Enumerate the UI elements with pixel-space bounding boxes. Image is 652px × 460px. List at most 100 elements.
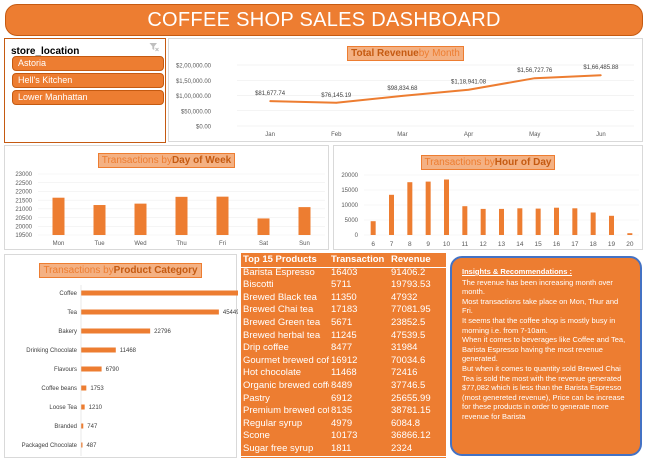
table-row-cell: Premium brewed coffee: [243, 405, 329, 417]
slicer-item-hells-kitchen[interactable]: Hell's Kitchen: [12, 73, 164, 88]
table-row-cell: Brewed Green tea: [243, 317, 321, 328]
table-row-cell: 17183: [331, 304, 358, 316]
top-products-table: Top 15 Products Transaction Revenue Barista…: [241, 253, 446, 460]
y-tick-label: $50,000.00: [181, 109, 212, 115]
hour-bar: [609, 215, 614, 235]
table-row-cell: 6912: [331, 392, 353, 404]
x-tick-label: Wed: [134, 241, 146, 247]
category-label: Tea: [67, 310, 77, 316]
insight-5: But when it comes to quantity sold Brewe…: [462, 363, 625, 421]
insight-1: The revenue has been increasing month ov…: [462, 277, 613, 297]
table-total-row-cell: Grand Total: [243, 457, 329, 460]
table-row: Premium brewed coffee8135 38781.15: [241, 405, 446, 418]
table-row-cell: 16403: [331, 266, 358, 278]
table-row: Sugar free syrup 1811 2324: [241, 443, 446, 456]
x-tick-label: Jan: [265, 132, 275, 138]
insights-heading: Insights & Recommendations :: [462, 267, 573, 276]
hour-bar: [389, 194, 394, 235]
table-header-cell: Transaction: [331, 254, 385, 265]
x-tick-label: 13: [498, 241, 506, 248]
table-row: Brewed Chai tea 17183 77081.95: [241, 304, 446, 317]
category-bar: [81, 309, 219, 315]
hour-bar: [480, 208, 486, 235]
insights-box: Insights & Recommendations : The revenue…: [450, 256, 642, 456]
insight-2: Most transactions take place on Mon, Thu…: [462, 296, 619, 316]
table-row-cell: 77081.95: [391, 304, 431, 316]
x-tick-label: Apr: [464, 132, 473, 138]
table-row: Regular syrup 4979 6084.8: [241, 418, 446, 431]
table-header-cell: Top 15 Products: [243, 254, 317, 265]
x-tick-label: 7: [390, 241, 394, 248]
table-row-cell: Scone: [243, 430, 270, 442]
category-label: Drinking Chocolate: [26, 348, 77, 354]
clear-filter-icon[interactable]: [149, 42, 159, 52]
y-tick-label: 22500: [15, 181, 32, 187]
table-row-cell: 8477: [331, 342, 353, 354]
hour-bar: [517, 208, 523, 235]
slicer-item-astoria[interactable]: Astoria: [12, 56, 164, 71]
y-tick-label: 20000: [341, 173, 358, 179]
x-tick-label: 9: [426, 241, 430, 248]
x-tick-label: Mar: [397, 132, 407, 138]
table-row-cell: 11468: [331, 367, 357, 379]
hour-bar: [572, 208, 578, 235]
category-bar: [81, 366, 102, 372]
y-tick-label: $1,00,000.00: [176, 94, 212, 100]
x-tick-label: 12: [480, 241, 488, 248]
x-tick-label: Sat: [259, 241, 268, 247]
table-row-cell: 37746.5: [391, 380, 426, 391]
table-row-cell: Hot chocolate: [243, 367, 302, 379]
hour-bar-chart: 0 5000 10000 15000 20000 6 7 8 9 10 11 12 13 14 15 16 17…: [341, 173, 639, 248]
category-value-label: 747: [87, 424, 98, 430]
y-tick-label: 21500: [15, 198, 32, 204]
dow-bar: [134, 203, 147, 235]
y-tick-label: 15000: [341, 188, 358, 194]
category-label: Branded: [54, 424, 77, 430]
category-label: Loose Tea: [49, 405, 77, 411]
y-tick-label: $2,00,000.00: [176, 64, 212, 70]
table-row-cell: 2324: [391, 443, 413, 454]
category-value-label: 1753: [90, 386, 104, 392]
x-tick-label: 18: [590, 241, 598, 248]
x-tick-label: Feb: [331, 132, 342, 138]
y-tick-label: 20500: [15, 216, 32, 222]
x-tick-label: 15: [535, 241, 543, 248]
y-tick-label: 22000: [15, 190, 32, 196]
table-row-cell: 36866.12: [391, 430, 431, 442]
category-bar: [81, 385, 87, 391]
y-tick-label: $1,50,000.00: [176, 79, 212, 85]
table-row-cell: 11350: [331, 291, 357, 303]
dow-bar: [257, 218, 270, 235]
table-row-cell: 72416: [391, 367, 418, 379]
y-tick-label: 5000: [345, 218, 359, 224]
table-row-cell: 47932: [391, 291, 418, 303]
dow-bar: [216, 196, 229, 235]
category-bar: [81, 347, 116, 353]
table-row-cell: 70034.6: [391, 354, 426, 366]
table-row-cell: Brewed herbal tea: [243, 329, 321, 341]
table-total-row: Grand Total144919629499: [241, 457, 446, 460]
data-label: $1,66,485.88: [583, 65, 619, 71]
data-point: [533, 77, 536, 79]
table-row-cell: Gourmet brewed coffee: [243, 354, 329, 366]
table-row-cell: 31984: [391, 342, 418, 354]
dow-bar: [175, 196, 188, 235]
table-row-cell: Pastry: [243, 392, 270, 404]
x-tick-label: Sun: [299, 241, 310, 247]
hour-bar: [554, 207, 559, 235]
table-row-cell: 5671: [331, 317, 353, 328]
category-label: Coffee: [59, 291, 77, 297]
category-bar: [81, 328, 151, 334]
category-value-label: 6790: [106, 367, 120, 373]
hour-bar: [462, 206, 468, 235]
store-location-slicer: store_location Astoria Hell's Kitchen Lo…: [4, 38, 166, 143]
x-tick-label: Thu: [176, 241, 186, 247]
x-tick-label: Jun: [596, 132, 606, 138]
table-row: Brewed herbal tea 11245 47539.5: [241, 330, 446, 343]
x-tick-label: Fri: [219, 241, 226, 247]
data-label: $76,145.19: [321, 93, 352, 99]
table-row-cell: 1811: [331, 443, 352, 454]
slicer-item-lower-manhattan[interactable]: Lower Manhattan: [12, 90, 164, 105]
hour-bar: [425, 181, 431, 235]
title-banner: COFFEE SHOP SALES DASHBOARD: [5, 4, 643, 36]
